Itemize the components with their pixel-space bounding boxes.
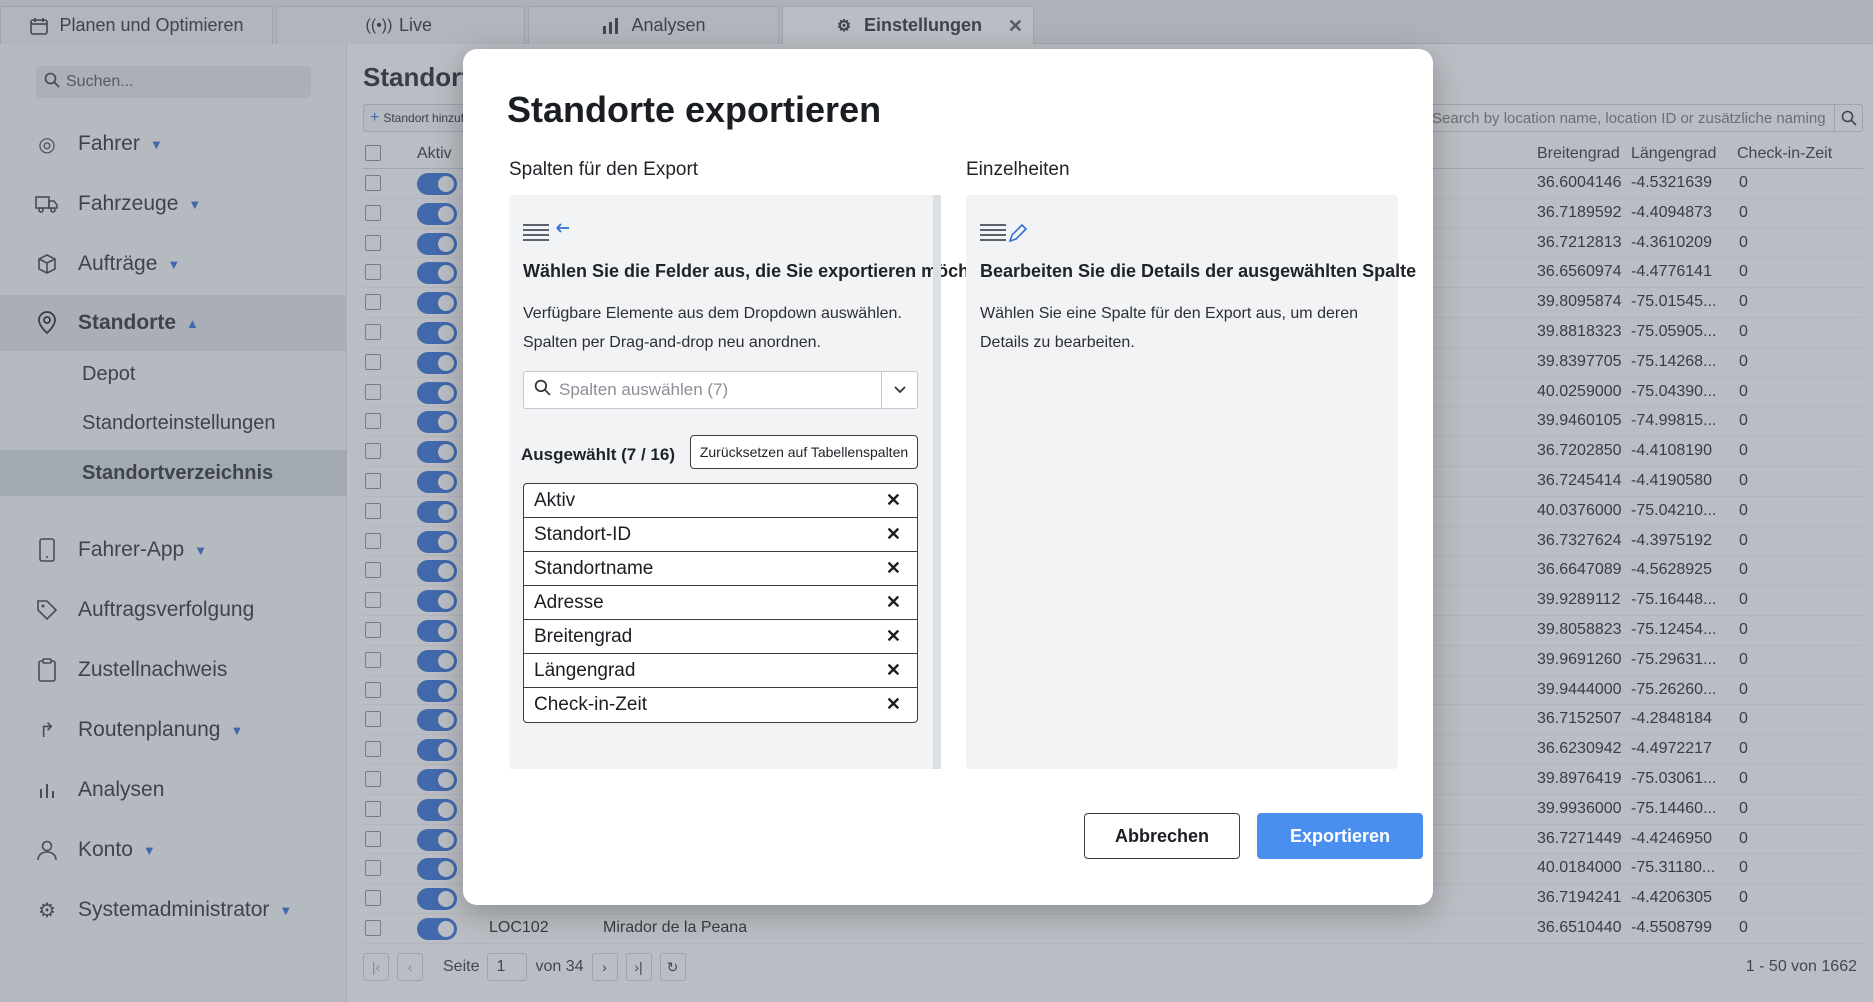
selected-column-label: Breitengrad [534, 625, 633, 647]
remove-icon[interactable]: ✕ [886, 524, 901, 545]
details-help: Wählen Sie eine Spalte für den Export au… [980, 305, 1358, 351]
selected-column-label: Längengrad [534, 659, 636, 681]
selected-column-item[interactable]: Adresse ✕ [524, 586, 917, 620]
export-dialog: Standorte exportieren Spalten für den Ex… [463, 49, 1433, 905]
details-panel: Bearbeiten Sie die Details der ausgewähl… [966, 195, 1416, 769]
remove-icon[interactable]: ✕ [886, 558, 901, 579]
selected-column-label: Adresse [534, 591, 604, 613]
reset-columns-button[interactable]: Zurücksetzen auf Tabellenspalten [690, 435, 918, 469]
selected-count-label: Ausgewählt (7 / 16) [521, 445, 675, 464]
remove-icon[interactable]: ✕ [886, 660, 901, 681]
column-select-placeholder: Spalten auswählen (7) [559, 380, 729, 399]
selected-column-label: Standortname [534, 557, 654, 579]
selected-columns-list: Aktiv ✕ Standort-ID ✕ Standortname ✕ Adresse ✕ B… [523, 483, 918, 723]
selected-column-item[interactable]: Standort-ID ✕ [524, 518, 917, 552]
chevron-down-icon[interactable] [881, 372, 917, 408]
remove-icon[interactable]: ✕ [886, 694, 901, 715]
remove-icon[interactable]: ✕ [886, 626, 901, 647]
column-select-dropdown[interactable]: Spalten auswählen (7) [523, 371, 918, 409]
selected-column-item[interactable]: Breitengrad ✕ [524, 620, 917, 654]
remove-icon[interactable]: ✕ [886, 490, 901, 511]
selected-column-label: Standort-ID [534, 523, 632, 545]
export-columns-help: Verfügbare Elemente aus dem Dropdown aus… [523, 305, 902, 351]
selected-column-label: Aktiv [534, 489, 576, 511]
export-columns-panel: Wählen Sie die Felder aus, die Sie expor… [509, 195, 996, 769]
selected-column-item[interactable]: Aktiv ✕ [524, 484, 917, 518]
remove-icon[interactable]: ✕ [886, 592, 901, 613]
selected-column-item[interactable]: Standortname ✕ [524, 552, 917, 586]
selected-column-label: Check-in-Zeit [534, 694, 647, 715]
cancel-button[interactable]: Abbrechen [1084, 813, 1240, 859]
export-columns-heading: Spalten für den Export [509, 159, 699, 180]
list-arrow-icon [523, 221, 571, 248]
search-icon [534, 379, 551, 401]
selected-column-item[interactable]: Check-in-Zeit ✕ [524, 688, 917, 722]
export-columns-head: Wählen Sie die Felder aus, die Sie expor… [523, 261, 997, 281]
dialog-title: Standorte exportieren [507, 89, 882, 130]
selected-column-item[interactable]: Längengrad ✕ [524, 654, 917, 688]
export-button[interactable]: Exportieren [1257, 813, 1423, 859]
details-heading: Einzelheiten [966, 159, 1070, 180]
details-head: Bearbeiten Sie die Details der ausgewähl… [980, 261, 1417, 281]
list-edit-icon [980, 221, 1028, 248]
panel-scrollbar[interactable] [933, 195, 941, 769]
